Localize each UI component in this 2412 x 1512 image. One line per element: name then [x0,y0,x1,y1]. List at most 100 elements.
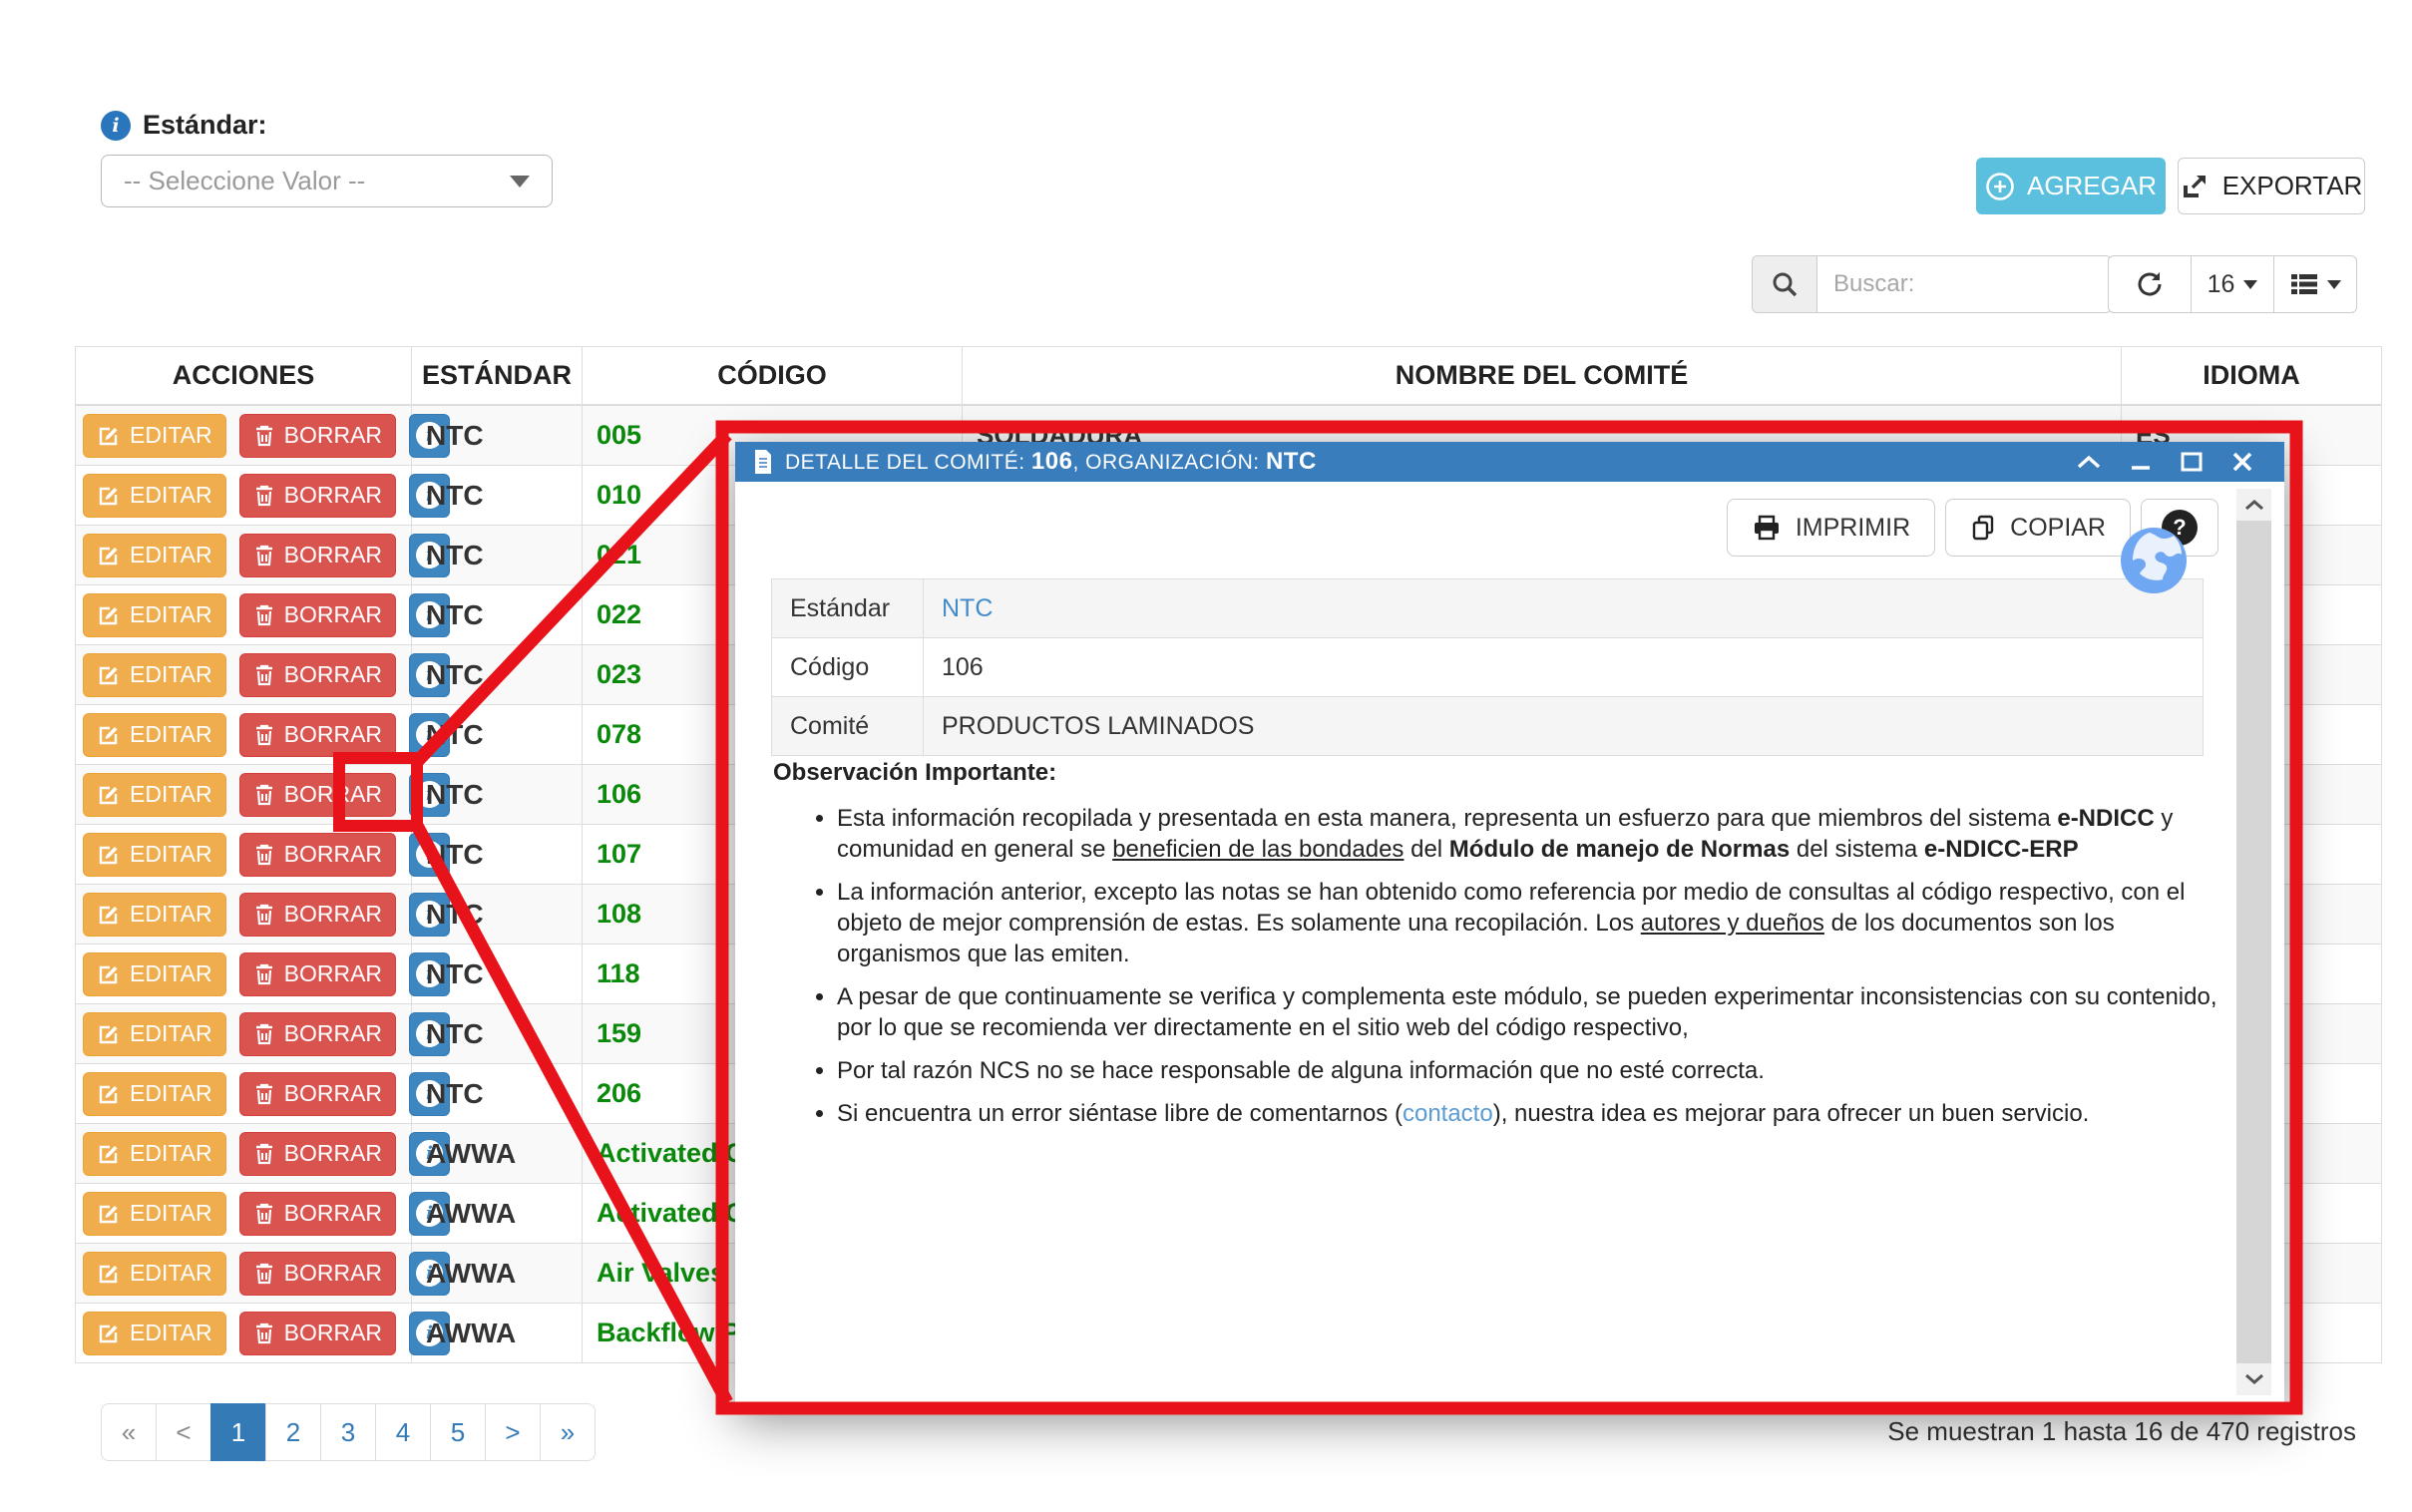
editar-label: EDITAR [130,1200,212,1227]
pagination-item[interactable]: « [101,1403,157,1461]
trash-icon [253,1022,275,1046]
header-estandar: ESTÁNDAR [412,347,583,406]
trash-icon [253,603,275,627]
header-idioma: IDIOMA [2122,347,2382,406]
pagination-item[interactable]: > [485,1403,541,1461]
editar-button[interactable]: EDITAR [83,713,226,757]
refresh-button[interactable] [2109,256,2191,312]
editar-button[interactable]: EDITAR [83,534,226,577]
trash-icon [253,484,275,508]
editar-button[interactable]: EDITAR [83,893,226,937]
editar-button[interactable]: EDITAR [83,593,226,637]
borrar-button[interactable]: BORRAR [239,1012,396,1056]
imprimir-button[interactable]: IMPRIMIR [1727,499,1935,557]
borrar-button[interactable]: BORRAR [239,1132,396,1176]
modal-title: DETALLE DEL COMITÉ: 106, ORGANIZACIÓN: N… [785,448,1317,476]
pencil-icon [97,1202,121,1226]
editar-label: EDITAR [130,542,212,568]
pagination-item[interactable]: 3 [320,1403,376,1461]
copy-icon [1970,514,1996,542]
scroll-down-icon[interactable] [2236,1363,2271,1395]
plus-circle-icon [1985,172,2015,201]
detail-row: Estándar NTC [772,579,2204,638]
editar-button[interactable]: EDITAR [83,833,226,877]
borrar-button[interactable]: BORRAR [239,653,396,697]
editar-button[interactable]: EDITAR [83,1132,226,1176]
borrar-button[interactable]: BORRAR [239,1192,396,1236]
detail-value: 106 [924,638,2204,697]
records-summary: Se muestran 1 hasta 16 de 470 registros [1887,1416,2356,1447]
editar-label: EDITAR [130,1140,212,1167]
editar-button[interactable]: EDITAR [83,773,226,817]
observation-bullet: Esta información recopilada y presentada… [837,803,2225,865]
estandar-select[interactable]: -- Seleccione Valor -- [101,155,553,207]
pagination-item[interactable]: 5 [430,1403,486,1461]
detail-table: Estándar NTC Código 106 Comité PRODUCTOS… [771,578,2204,756]
editar-button[interactable]: EDITAR [83,1012,226,1056]
search-input[interactable] [1816,255,2112,313]
observation-bullet: Por tal razón NCS no se hace responsable… [837,1055,2225,1086]
list-view-icon [2290,272,2318,296]
pagination: «<12345>» [101,1403,596,1461]
collapse-icon[interactable] [2076,454,2102,470]
contacto-link[interactable]: contacto [1403,1100,1493,1127]
borrar-button[interactable]: BORRAR [239,833,396,877]
observation-list: Esta información recopilada y presentada… [809,803,2225,1141]
detail-value-link[interactable]: NTC [942,594,993,622]
copiar-button[interactable]: COPIAR [1945,499,2131,557]
modal-title-comite-id: 106 [1031,448,1073,476]
borrar-button[interactable]: BORRAR [239,773,396,817]
borrar-button[interactable]: BORRAR [239,414,396,458]
editar-label: EDITAR [130,841,212,868]
pencil-icon [97,663,121,687]
editar-label: EDITAR [130,781,212,808]
modal-title-org: NTC [1266,448,1317,476]
trash-icon [253,424,275,448]
pencil-icon [97,424,121,448]
pagination-item[interactable]: » [540,1403,596,1461]
borrar-button[interactable]: BORRAR [239,952,396,996]
exportar-button[interactable]: EXPORTAR [2178,158,2365,214]
table-header: ACCIONES ESTÁNDAR CÓDIGO NOMBRE DEL COMI… [76,347,2382,406]
borrar-button[interactable]: BORRAR [239,534,396,577]
borrar-button[interactable]: BORRAR [239,593,396,637]
detail-value: PRODUCTOS LAMINADOS [924,697,2204,756]
borrar-button[interactable]: BORRAR [239,893,396,937]
editar-button[interactable]: EDITAR [83,1252,226,1296]
pagination-item[interactable]: 1 [210,1403,266,1461]
borrar-label: BORRAR [284,901,382,928]
borrar-button[interactable]: BORRAR [239,474,396,518]
trash-icon [253,1142,275,1166]
editar-button[interactable]: EDITAR [83,653,226,697]
pagination-item[interactable]: < [156,1403,211,1461]
export-icon [2181,173,2211,200]
pencil-icon [97,603,121,627]
observation-heading: Observación Importante: [773,759,1056,787]
column-view-dropdown[interactable] [2273,256,2356,312]
agregar-button[interactable]: AGREGAR [1976,158,2166,214]
borrar-button[interactable]: BORRAR [239,1072,396,1116]
view-controls: 16 [2108,255,2357,313]
editar-label: EDITAR [130,661,212,688]
editar-button[interactable]: EDITAR [83,1072,226,1116]
borrar-button[interactable]: BORRAR [239,1252,396,1296]
editar-button[interactable]: EDITAR [83,474,226,518]
editar-button[interactable]: EDITAR [83,1192,226,1236]
modal-scrollbar[interactable] [2236,489,2271,1395]
borrar-button[interactable]: BORRAR [239,1312,396,1355]
editar-button[interactable]: EDITAR [83,414,226,458]
scroll-up-icon[interactable] [2236,489,2271,521]
page-size-dropdown[interactable]: 16 [2191,256,2273,312]
minimize-icon[interactable] [2129,453,2153,471]
pagination-item[interactable]: 2 [265,1403,321,1461]
editar-button[interactable]: EDITAR [83,1312,226,1355]
maximize-icon[interactable] [2180,451,2204,473]
editar-button[interactable]: EDITAR [83,952,226,996]
pagination-item[interactable]: 4 [375,1403,431,1461]
borrar-button[interactable]: BORRAR [239,713,396,757]
page-size-value: 16 [2208,270,2235,299]
pencil-icon [97,1022,121,1046]
close-icon[interactable] [2230,451,2254,473]
trash-icon [253,544,275,567]
pencil-icon [97,1142,121,1166]
